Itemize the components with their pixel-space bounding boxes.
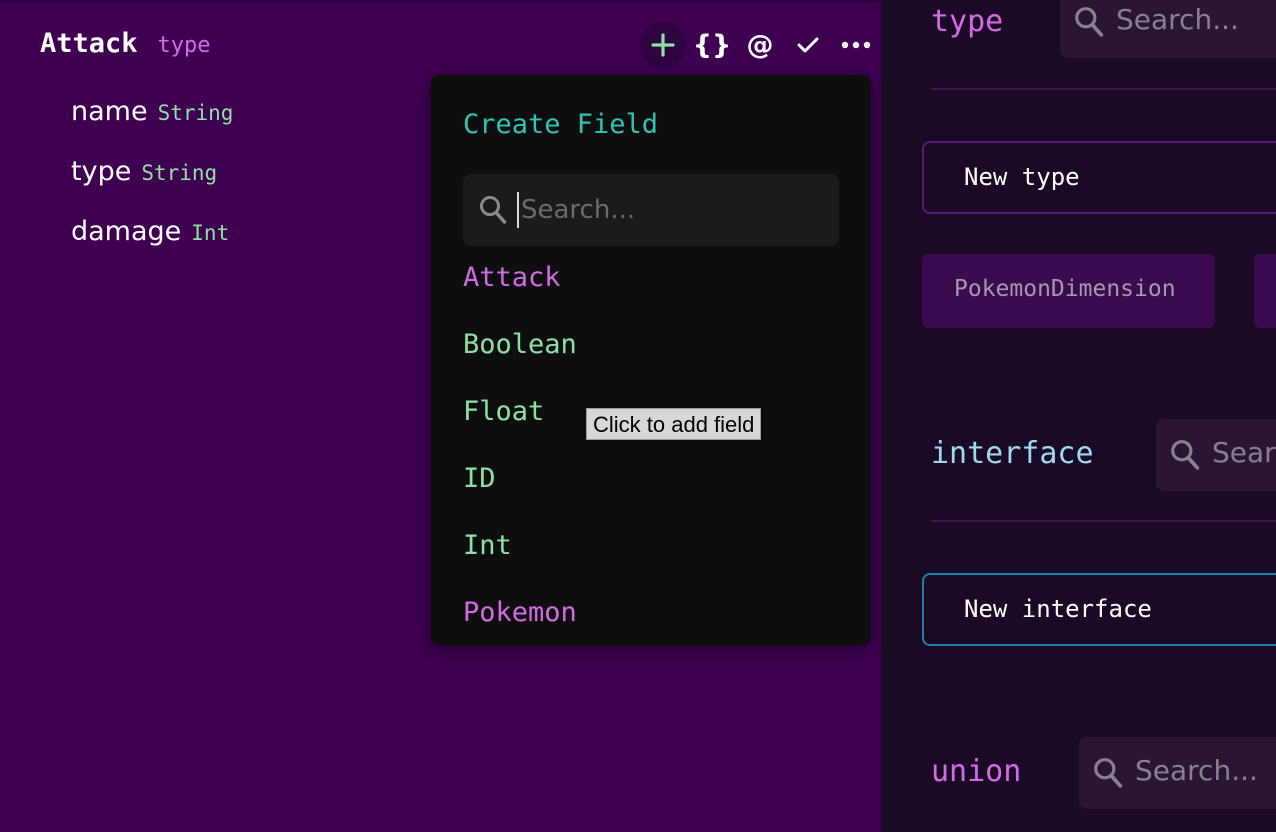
interface-search[interactable]: Search [1156,419,1276,491]
create-field-dropdown: Create Field Attack Boolean Float ID Int… [431,75,871,645]
check-icon [797,37,819,53]
field-row[interactable]: damage Int [71,216,229,247]
field-type[interactable]: Int [191,221,229,245]
dropdown-item-boolean[interactable]: Boolean [463,329,577,360]
dropdown-item-id[interactable]: ID [463,463,496,494]
check-button[interactable] [784,22,832,68]
add-field-button[interactable] [640,22,686,68]
plus-icon [651,33,675,57]
interface-search-placeholder: Search [1212,436,1276,469]
field-name[interactable]: type [71,156,131,187]
dropdown-item-pokemon[interactable]: Pokemon [463,597,577,628]
field-type[interactable]: String [158,101,234,125]
tooltip: Click to add field [586,408,762,440]
new-type-input[interactable]: New type [922,141,1276,214]
search-input[interactable] [517,192,817,228]
dropdown-title: Create Field [463,109,659,140]
node-kind-label: type [157,33,211,58]
union-search[interactable]: Search... [1079,737,1276,809]
dropdown-item-float[interactable]: Float [463,396,544,427]
field-name[interactable]: damage [71,216,181,247]
node-header: Attack type [40,28,211,59]
node-title[interactable]: Attack [40,28,138,59]
field-row[interactable]: type String [71,156,217,187]
union-search-placeholder: Search... [1135,754,1258,787]
search-icon [1075,7,1104,37]
braces-button[interactable]: {} [688,22,736,68]
new-type-label: New type [964,163,1080,191]
section-label-union: union [931,754,1022,789]
type-chip-label: PokemonDimension [954,276,1176,302]
at-icon: @ [746,29,774,61]
dropdown-search[interactable] [463,174,839,246]
type-search[interactable]: Search... [1060,0,1276,58]
type-search-placeholder: Search... [1116,3,1239,36]
braces-icon: {} [692,29,732,61]
field-name[interactable]: name [71,96,148,127]
section-label-interface: interface [931,436,1094,471]
new-interface-input[interactable]: New interface [922,573,1276,646]
type-chip[interactable]: PokemonDimension [922,254,1215,328]
divider [931,520,1276,522]
directive-button[interactable]: @ [736,22,784,68]
field-row[interactable]: name String [71,96,233,127]
dropdown-item-attack[interactable]: Attack [463,262,561,293]
divider [931,88,1276,90]
new-interface-label: New interface [964,595,1152,623]
type-chip[interactable] [1254,254,1276,328]
search-icon [480,196,507,224]
dropdown-item-int[interactable]: Int [463,530,512,561]
more-icon [841,41,871,49]
more-button[interactable] [832,22,880,68]
type-sidebar: type Search... New type PokemonDimension… [881,0,1276,832]
node-toolbar: {} @ [640,22,880,68]
section-label-type: type [931,4,1004,39]
search-icon [1171,440,1200,470]
field-type[interactable]: String [141,161,217,185]
search-icon [1094,758,1123,788]
